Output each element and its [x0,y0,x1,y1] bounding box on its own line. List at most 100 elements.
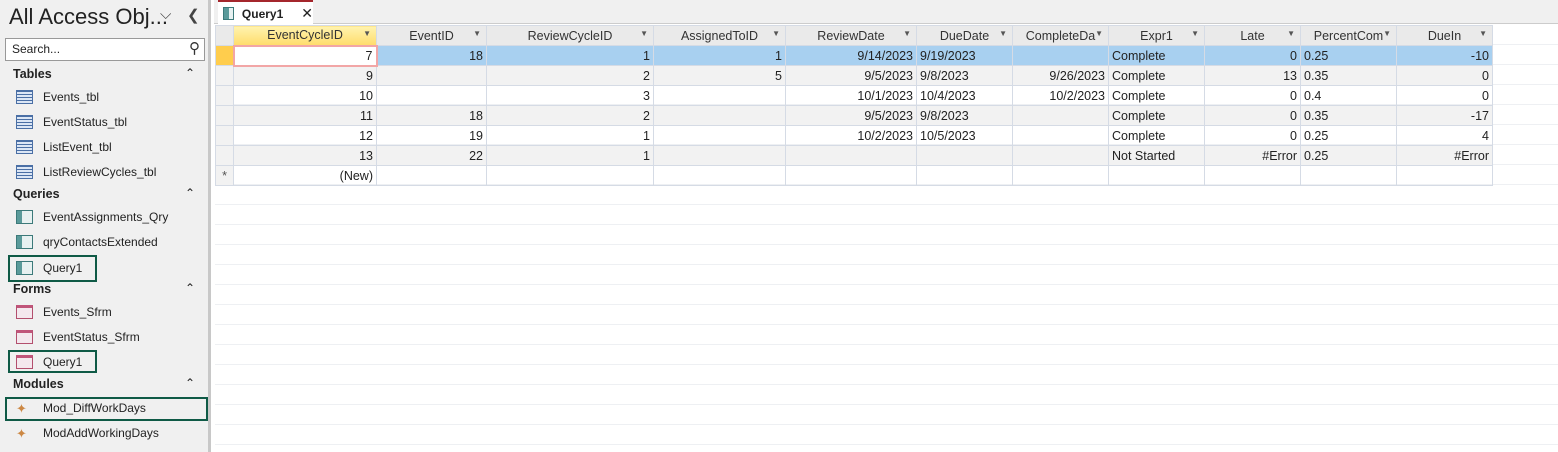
table-cell[interactable] [376,65,487,86]
table-cell[interactable] [1204,165,1301,186]
table-cell[interactable]: 1 [486,125,654,146]
table-cell[interactable]: Complete [1108,125,1205,146]
chevron-up-icon[interactable]: ⌃ [185,66,195,80]
table-cell[interactable]: 9/5/2023 [785,65,917,86]
table-cell[interactable] [1396,165,1493,186]
table-cell[interactable] [1012,45,1109,66]
dropdown-arrow-icon[interactable]: ▼ [640,29,648,38]
column-header[interactable]: EventCycleID ▼ [233,25,377,46]
table-cell[interactable]: 0.35 [1300,65,1397,86]
nav-menu-dropdown-icon[interactable]: ⌵ [160,6,171,23]
nav-item[interactable]: ✦ ModAddWorkingDays [16,422,159,444]
close-icon[interactable]: ✕ [301,5,313,22]
nav-item[interactable]: ListReviewCycles_tbl [16,161,156,183]
table-cell[interactable]: 13 [1204,65,1301,86]
table-cell[interactable]: 11 [233,105,377,126]
table-cell[interactable]: 4 [1396,125,1493,146]
dropdown-arrow-icon[interactable]: ▼ [1383,29,1391,38]
dropdown-arrow-icon[interactable]: ▼ [363,29,371,38]
column-header[interactable]: EventID ▼ [376,25,487,46]
table-cell[interactable]: 0 [1204,105,1301,126]
table-cell[interactable]: Complete [1108,85,1205,106]
table-cell[interactable]: 0 [1396,65,1493,86]
column-header[interactable]: PercentCom ▼ [1300,25,1397,46]
record-selector[interactable] [215,105,234,126]
table-cell[interactable]: Not Started [1108,145,1205,166]
chevron-up-icon[interactable]: ⌃ [185,376,195,390]
table-cell[interactable] [785,145,917,166]
table-cell[interactable]: 9/8/2023 [916,65,1013,86]
nav-item[interactable]: EventStatus_Sfrm [16,326,140,348]
dropdown-arrow-icon[interactable]: ▼ [1191,29,1199,38]
table-cell[interactable]: -10 [1396,45,1493,66]
search-icon[interactable]: ⚲ [189,39,200,57]
table-cell[interactable]: Complete [1108,105,1205,126]
dropdown-arrow-icon[interactable]: ▼ [1479,29,1487,38]
table-cell[interactable] [653,85,786,106]
dropdown-arrow-icon[interactable]: ▼ [1095,29,1103,38]
nav-item[interactable]: qryContactsExtended [16,231,158,253]
chevron-up-icon[interactable]: ⌃ [185,281,195,295]
table-cell[interactable]: 9 [233,65,377,86]
table-cell[interactable]: 7 [232,44,378,67]
table-cell[interactable]: #Error [1204,145,1301,166]
table-cell[interactable] [376,165,487,186]
table-cell[interactable]: 2 [486,105,654,126]
column-header[interactable]: DueDate ▼ [916,25,1013,46]
table-cell[interactable]: 10/1/2023 [785,85,917,106]
nav-group-queries[interactable]: Queries ⌃ [13,186,195,201]
table-cell[interactable] [785,165,917,186]
table-cell[interactable]: 1 [486,45,654,66]
table-cell[interactable]: 10/4/2023 [916,85,1013,106]
table-cell[interactable]: 0 [1204,45,1301,66]
table-cell[interactable]: 22 [376,145,487,166]
table-cell[interactable]: 5 [653,65,786,86]
table-cell[interactable]: 10/5/2023 [916,125,1013,146]
table-cell[interactable]: 2 [486,65,654,86]
table-cell[interactable]: 0.4 [1300,85,1397,106]
table-cell[interactable] [1012,105,1109,126]
dropdown-arrow-icon[interactable]: ▼ [772,29,780,38]
dropdown-arrow-icon[interactable]: ▼ [999,29,1007,38]
record-selector[interactable] [215,65,234,86]
table-cell[interactable]: Complete [1108,65,1205,86]
table-cell[interactable] [916,145,1013,166]
column-header[interactable]: ReviewDate ▼ [785,25,917,46]
table-cell[interactable]: #Error [1396,145,1493,166]
column-header[interactable]: Late ▼ [1204,25,1301,46]
dropdown-arrow-icon[interactable]: ▼ [473,29,481,38]
column-header[interactable]: CompleteDa ▼ [1012,25,1109,46]
table-cell[interactable]: 0 [1204,85,1301,106]
table-cell[interactable]: 9/8/2023 [916,105,1013,126]
table-cell[interactable] [653,105,786,126]
dropdown-arrow-icon[interactable]: ▼ [1287,29,1295,38]
table-cell[interactable]: 0.25 [1300,125,1397,146]
table-cell[interactable]: 13 [233,145,377,166]
nav-item[interactable]: EventStatus_tbl [16,111,127,133]
table-cell[interactable]: 0 [1204,125,1301,146]
table-cell[interactable]: 10 [233,85,377,106]
collapse-pane-icon[interactable]: ❮ [187,6,200,24]
column-header[interactable]: AssignedToID ▼ [653,25,786,46]
nav-group-forms[interactable]: Forms ⌃ [13,281,195,296]
table-cell[interactable] [653,125,786,146]
table-cell[interactable]: 9/26/2023 [1012,65,1109,86]
new-record-marker[interactable]: * [215,165,234,186]
record-selector[interactable] [215,45,234,66]
table-cell[interactable]: 0.25 [1300,45,1397,66]
record-selector[interactable] [215,125,234,146]
nav-pane-title[interactable]: All Access Obj... [9,4,168,30]
record-selector[interactable] [215,85,234,106]
table-cell[interactable] [1012,145,1109,166]
table-cell[interactable]: Complete [1108,45,1205,66]
column-header[interactable]: ReviewCycleID ▼ [486,25,654,46]
tab-query1[interactable]: Query1 ✕ [218,0,313,25]
table-cell[interactable] [376,85,487,106]
table-cell[interactable] [653,145,786,166]
table-cell[interactable]: 19 [376,125,487,146]
table-cell[interactable]: 18 [376,105,487,126]
table-cell[interactable]: -17 [1396,105,1493,126]
table-cell[interactable] [1012,165,1109,186]
nav-item[interactable]: ListEvent_tbl [16,136,112,158]
nav-item[interactable]: Events_tbl [16,86,99,108]
